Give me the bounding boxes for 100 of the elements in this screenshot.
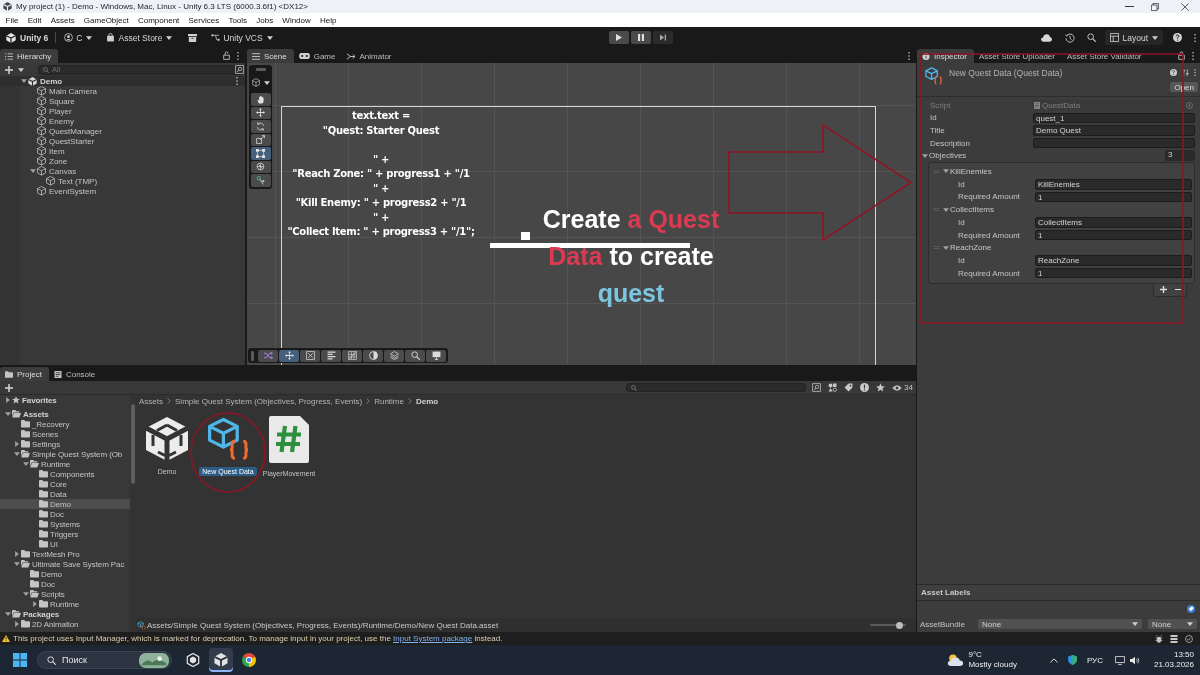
- tree-item[interactable]: Settings: [0, 439, 130, 449]
- help-icon[interactable]: [1173, 33, 1182, 42]
- tool-button[interactable]: [250, 120, 271, 133]
- cube-logo-icon[interactable]: [146, 417, 188, 461]
- disclosure-triangle-icon[interactable]: [29, 169, 36, 173]
- hierarchy-item[interactable]: Item: [0, 146, 245, 156]
- tree-item[interactable]: _Recovery: [0, 419, 130, 429]
- tool-button[interactable]: [300, 349, 320, 362]
- hierarchy-item[interactable]: Text (TMP): [0, 176, 245, 186]
- chevron-up-icon[interactable]: [1049, 657, 1058, 663]
- disclosure-triangle-icon[interactable]: [14, 621, 19, 627]
- scene-header[interactable]: Demo: [0, 76, 245, 86]
- text-field[interactable]: quest_1: [1033, 112, 1195, 124]
- menu-item[interactable]: Window: [277, 13, 316, 27]
- step-button[interactable]: [653, 31, 673, 44]
- sliders-icon[interactable]: [1182, 69, 1189, 76]
- menu-item[interactable]: Edit: [23, 13, 47, 27]
- field-label[interactable]: Objectives: [929, 151, 967, 161]
- hierarchy-item[interactable]: QuestManager: [0, 126, 245, 136]
- tree-item[interactable]: Systems: [0, 519, 130, 529]
- plus-icon[interactable]: [5, 383, 13, 392]
- panel-tab[interactable]: Game: [293, 49, 343, 63]
- disclosure-triangle-icon[interactable]: [13, 452, 20, 456]
- tree-item[interactable]: Runtime: [0, 599, 130, 609]
- help-icon[interactable]: [1170, 69, 1177, 76]
- tag-icon[interactable]: [844, 383, 854, 392]
- hierarchy-item[interactable]: QuestStarter: [0, 136, 245, 146]
- disclosure-triangle-icon[interactable]: [13, 562, 20, 566]
- hierarchy-item[interactable]: Canvas: [0, 166, 245, 176]
- hierarchy-item[interactable]: Enemy: [0, 116, 245, 126]
- tool-button[interactable]: [405, 349, 425, 362]
- text-field[interactable]: ReachZone: [1035, 255, 1192, 266]
- shapes-icon[interactable]: [828, 383, 838, 392]
- clock-time[interactable]: 13:50: [1173, 650, 1194, 660]
- tool-button[interactable]: [250, 93, 271, 106]
- create-dropdown[interactable]: [5, 65, 24, 74]
- dropdown[interactable]: None: [978, 619, 1142, 629]
- pause-button[interactable]: [631, 31, 651, 44]
- clock-date[interactable]: 21.03.2026: [1153, 660, 1194, 670]
- text-field[interactable]: 1: [1035, 191, 1192, 203]
- text-field[interactable]: 1: [1035, 268, 1192, 279]
- grip-handle-icon[interactable]: [251, 350, 254, 361]
- disclosure-triangle-icon[interactable]: [942, 245, 949, 250]
- disclosure-triangle-icon[interactable]: [942, 207, 949, 212]
- text-field[interactable]: KillEnemies: [1035, 179, 1192, 190]
- tag-icon[interactable]: [1187, 604, 1195, 613]
- tool-button[interactable]: [342, 349, 362, 362]
- hierarchy-item[interactable]: Main Camera: [0, 86, 245, 96]
- search-icon[interactable]: [1087, 33, 1097, 42]
- lock-icon[interactable]: [1178, 51, 1185, 60]
- menu-item[interactable]: Services: [183, 13, 224, 27]
- tree-item[interactable]: Doc: [0, 509, 130, 519]
- slider-thumb[interactable]: [896, 621, 904, 629]
- disclosure-triangle-icon[interactable]: [942, 169, 949, 174]
- grip-handle-icon[interactable]: [255, 68, 266, 71]
- tree-item[interactable]: Scripts: [0, 589, 130, 599]
- tool-button[interactable]: [426, 349, 446, 362]
- sun-cloud-icon[interactable]: [947, 654, 965, 666]
- scene-viewport[interactable]: text.text = "Quest: Starter Quest " + "Reach Zone: " + progress1 + "/1 " + "Kill Enemy: " + progress2 + "/1 " + "Collect Item: " + progress3 + "/1"; Create a Quest Data to create quest: [247, 63, 916, 365]
- tree-item[interactable]: Core: [0, 479, 130, 489]
- tree-item[interactable]: Packages: [0, 609, 130, 619]
- disclosure-triangle-icon[interactable]: [14, 551, 19, 557]
- disclosure-triangle-icon[interactable]: [32, 601, 37, 607]
- asset-store-dropdown[interactable]: Asset Store: [106, 30, 173, 45]
- hierarchy-item[interactable]: Square: [0, 96, 245, 106]
- tree-item[interactable]: Components: [0, 469, 130, 479]
- check-circle-icon[interactable]: [1185, 634, 1193, 643]
- breadcrumb-item[interactable]: Simple Quest System (Objectives, Progress, Events): [175, 396, 363, 406]
- input-language[interactable]: РУС: [1086, 655, 1103, 665]
- tree-item[interactable]: Ultimate Save System Pac: [0, 559, 130, 569]
- scrollbar[interactable]: [130, 395, 136, 632]
- tree-item[interactable]: Doc: [0, 579, 130, 589]
- tool-button[interactable]: [363, 349, 383, 362]
- foldout-label[interactable]: KillEnemies: [950, 166, 992, 176]
- open-button[interactable]: Open: [1170, 82, 1198, 92]
- scrollbar-thumb[interactable]: [131, 404, 135, 484]
- disclosure-triangle-icon[interactable]: [22, 592, 29, 596]
- tree-item[interactable]: Assets: [0, 409, 130, 419]
- tree-item[interactable]: Scenes: [0, 429, 130, 439]
- taskbar-app[interactable]: [209, 648, 233, 672]
- search-field[interactable]: Поиск: [37, 651, 172, 669]
- tool-button[interactable]: [321, 349, 341, 362]
- tree-item[interactable]: Simple Quest System (Ob: [0, 449, 130, 459]
- count-field[interactable]: 3: [1165, 150, 1195, 161]
- menu-item[interactable]: GameObject: [79, 13, 134, 27]
- tree-item[interactable]: TextMesh Pro: [0, 549, 130, 559]
- disclosure-triangle-icon[interactable]: [22, 462, 29, 466]
- shield-icon[interactable]: [1067, 655, 1077, 665]
- tree-item[interactable]: UI: [0, 539, 130, 549]
- scene-search-icon[interactable]: [812, 383, 822, 392]
- layout-dropdown[interactable]: Layout: [1105, 30, 1163, 45]
- tool-button[interactable]: [250, 147, 271, 160]
- tool-button[interactable]: [384, 349, 404, 362]
- panel-tab[interactable]: Asset Store Validator: [1061, 49, 1149, 63]
- scene-search-icon[interactable]: [235, 65, 244, 74]
- breadcrumb-item[interactable]: Assets: [139, 396, 163, 406]
- minus-icon[interactable]: [1174, 288, 1181, 291]
- link[interactable]: Input System package: [393, 634, 473, 643]
- four-squares-logo-icon[interactable]: [13, 653, 27, 667]
- hidden-packages-toggle[interactable]: 34: [892, 383, 913, 392]
